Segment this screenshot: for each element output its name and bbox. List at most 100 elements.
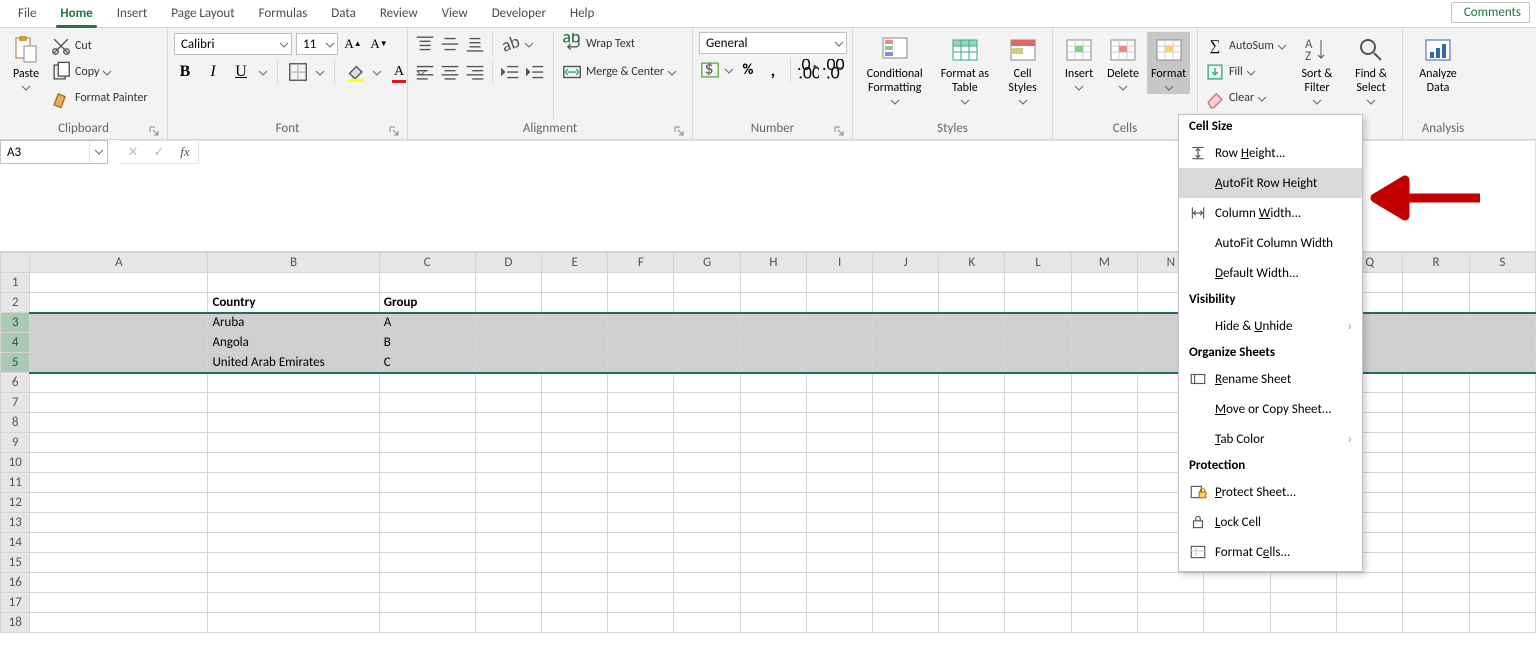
align-right-button[interactable] [464,61,486,83]
dialog-launcher-icon[interactable] [388,125,400,137]
cell-H4[interactable] [740,333,806,353]
col-header-B[interactable]: B [208,253,379,273]
cell-K10[interactable] [939,453,1005,473]
cell-R4[interactable] [1403,333,1469,353]
cell-B9[interactable] [208,433,379,453]
cell-C4[interactable]: B [379,333,475,353]
row-header-10[interactable]: 10 [1,453,30,473]
col-header-I[interactable]: I [807,253,873,273]
row-header-11[interactable]: 11 [1,473,30,493]
cell-G16[interactable] [674,573,740,593]
orientation-button[interactable]: ab [499,33,521,55]
cell-B14[interactable] [208,533,379,553]
cell-S1[interactable] [1469,273,1535,293]
cell-J3[interactable] [873,313,939,333]
cell-E15[interactable] [542,553,608,573]
cell-G8[interactable] [674,413,740,433]
cell-H12[interactable] [740,493,806,513]
cell-Q17[interactable] [1337,593,1403,613]
cell-N17[interactable] [1138,593,1204,613]
cell-F12[interactable] [608,493,674,513]
row-header-17[interactable]: 17 [1,593,30,613]
cell-C6[interactable] [379,373,475,393]
cell-C1[interactable] [379,273,475,293]
italic-button[interactable]: I [202,61,224,83]
cell-R12[interactable] [1403,493,1469,513]
cell-K7[interactable] [939,393,1005,413]
align-left-button[interactable] [414,61,436,83]
cell-H10[interactable] [740,453,806,473]
dialog-launcher-icon[interactable] [833,125,845,137]
cell-B4[interactable]: Angola [208,333,379,353]
cell-J13[interactable] [873,513,939,533]
cell-C14[interactable] [379,533,475,553]
cell-R8[interactable] [1403,413,1469,433]
sort-filter-button[interactable]: AZ Sort & Filter [1292,32,1342,108]
row-header-6[interactable]: 6 [1,373,30,393]
cell-K2[interactable] [939,293,1005,313]
font-size-combo[interactable]: 11 [296,33,338,55]
cell-H17[interactable] [740,593,806,613]
cell-E13[interactable] [542,513,608,533]
tab-file[interactable]: File [6,2,48,27]
cell-M1[interactable] [1071,273,1138,293]
cell-C16[interactable] [379,573,475,593]
cell-S14[interactable] [1469,533,1535,553]
col-header-J[interactable]: J [873,253,939,273]
cell-G18[interactable] [674,613,740,633]
cell-F7[interactable] [608,393,674,413]
col-header-D[interactable]: D [475,253,541,273]
percent-button[interactable]: % [737,59,759,81]
cell-G1[interactable] [674,273,740,293]
cell-M12[interactable] [1071,493,1138,513]
cell-K6[interactable] [939,373,1005,393]
cell-L10[interactable] [1005,453,1071,473]
cell-R15[interactable] [1403,553,1469,573]
cell-J6[interactable] [873,373,939,393]
cell-D6[interactable] [475,373,541,393]
cell-F9[interactable] [608,433,674,453]
cell-L3[interactable] [1005,313,1071,333]
cell-S18[interactable] [1469,613,1535,633]
fill-color-button[interactable] [344,61,366,83]
row-header-1[interactable]: 1 [1,273,30,293]
delete-cells-button[interactable]: Delete [1103,32,1143,94]
cell-Q18[interactable] [1337,613,1403,633]
cell-E6[interactable] [542,373,608,393]
merge-center-button[interactable]: Merge & Center [561,60,677,84]
cell-M18[interactable] [1071,613,1138,633]
cell-B11[interactable] [208,473,379,493]
cell-F3[interactable] [608,313,674,333]
enter-formula-button[interactable]: ✓ [146,141,172,163]
cell-J18[interactable] [873,613,939,633]
cell-K13[interactable] [939,513,1005,533]
cell-D7[interactable] [475,393,541,413]
name-box-dropdown[interactable] [89,141,107,163]
cell-C13[interactable] [379,513,475,533]
cell-R9[interactable] [1403,433,1469,453]
cell-G5[interactable] [674,353,740,373]
cell-E8[interactable] [542,413,608,433]
cell-E14[interactable] [542,533,608,553]
cell-E2[interactable] [542,293,608,313]
tab-data[interactable]: Data [319,2,368,27]
cell-I2[interactable] [807,293,873,313]
col-header-L[interactable]: L [1005,253,1071,273]
cell-G13[interactable] [674,513,740,533]
row-header-16[interactable]: 16 [1,573,30,593]
cell-A9[interactable] [30,433,208,453]
autosum-button[interactable]: ∑ AutoSum [1204,34,1288,58]
menu-rename-sheet[interactable]: Rename Sheet [1179,364,1362,394]
cell-A1[interactable] [30,273,208,293]
cell-J9[interactable] [873,433,939,453]
cell-D1[interactable] [475,273,541,293]
cell-B7[interactable] [208,393,379,413]
font-color-button[interactable]: A [388,61,410,83]
cell-M4[interactable] [1071,333,1138,353]
cell-D18[interactable] [475,613,541,633]
menu-tab-color[interactable]: Tab Color › [1179,424,1362,454]
cell-S16[interactable] [1469,573,1535,593]
row-header-4[interactable]: 4 [1,333,30,353]
cell-J5[interactable] [873,353,939,373]
tab-view[interactable]: View [430,2,480,27]
